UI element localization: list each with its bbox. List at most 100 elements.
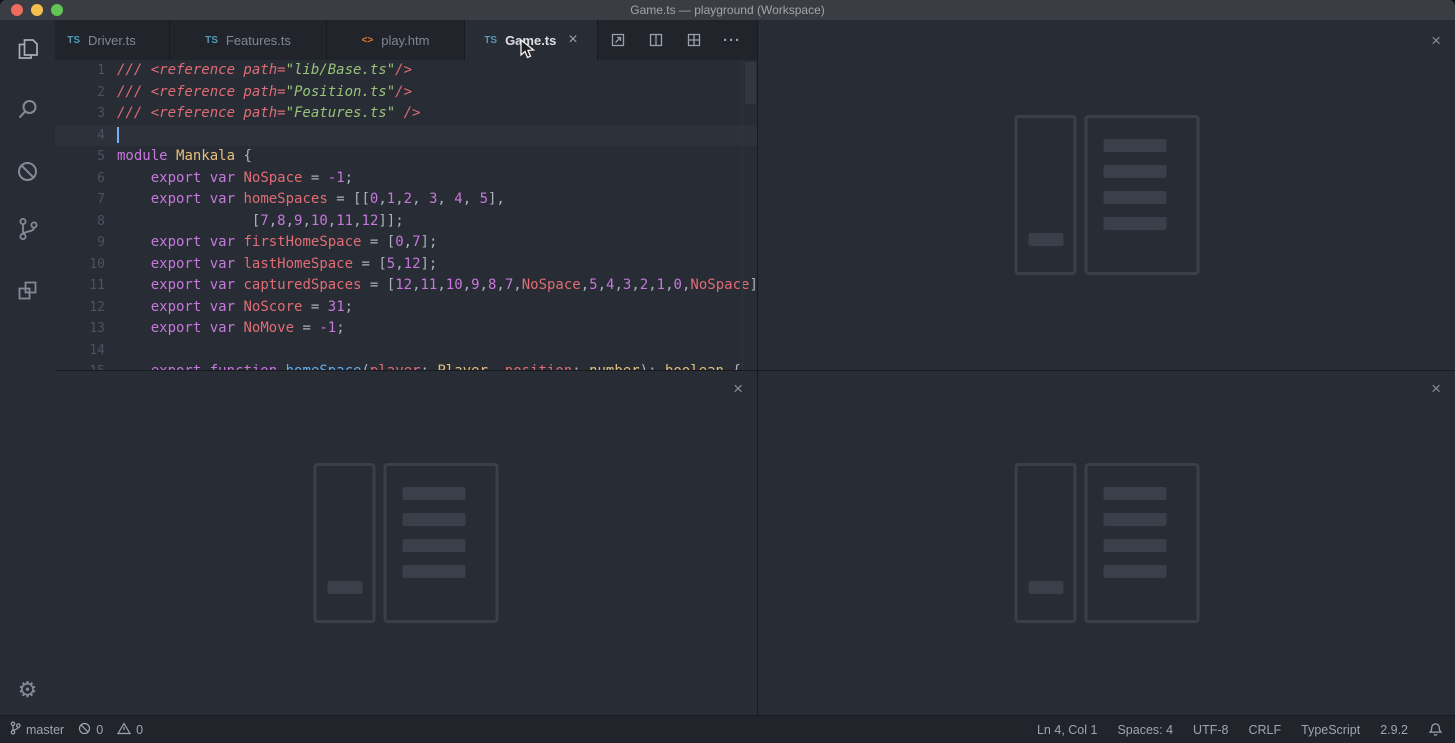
scrollbar-thumb[interactable] xyxy=(745,62,756,104)
status-indentation[interactable]: Spaces: 4 xyxy=(1117,723,1173,737)
status-encoding[interactable]: UTF-8 xyxy=(1193,723,1228,737)
line-number: 9 xyxy=(55,232,105,254)
html-file-icon: <> xyxy=(362,35,374,46)
editor-group-top-right: × xyxy=(758,20,1455,370)
code-line-9[interactable]: 9 export var firstHomeSpace = [0,7]; xyxy=(55,232,757,254)
tab-close-icon[interactable]: × xyxy=(568,31,577,49)
code-text: export var NoSpace = -1; xyxy=(105,168,353,190)
text-cursor xyxy=(117,127,119,143)
debug-icon[interactable] xyxy=(0,157,55,185)
code-line-15[interactable]: 15 export function homeSpace(player: Pla… xyxy=(55,361,757,370)
tab-play-htm[interactable]: <>play.htm xyxy=(327,20,465,60)
typescript-file-icon: TS xyxy=(67,35,80,46)
code-line-11[interactable]: 11 export var capturedSpaces = [12,11,10… xyxy=(55,275,757,297)
close-group-icon[interactable]: × xyxy=(733,380,743,397)
code-line-6[interactable]: 6 export var NoSpace = -1; xyxy=(55,168,757,190)
watermark-sidebar-box xyxy=(1014,115,1076,275)
code-line-5[interactable]: 5module Mankala { xyxy=(55,146,757,168)
watermark-editor-box xyxy=(1084,463,1199,623)
explorer-icon[interactable] xyxy=(0,35,55,63)
status-label: Ln 4, Col 1 xyxy=(1037,723,1097,737)
code-line-8[interactable]: 8 [7,8,9,10,11,12]]; xyxy=(55,211,757,233)
zoom-window-button[interactable] xyxy=(51,4,63,16)
editor-scrollbar[interactable] xyxy=(742,60,757,370)
code-line-14[interactable]: 14 xyxy=(55,340,757,362)
tab-label: Game.ts xyxy=(505,33,556,48)
extensions-icon[interactable] xyxy=(0,276,55,304)
status-label: TypeScript xyxy=(1301,723,1360,737)
status-language-mode[interactable]: TypeScript xyxy=(1301,723,1360,737)
code-text: export function homeSpace(player: Player… xyxy=(105,361,741,370)
line-number: 15 xyxy=(55,361,105,370)
minimize-window-button[interactable] xyxy=(31,4,43,16)
window-controls xyxy=(11,4,63,16)
window-title: Game.ts — playground (Workspace) xyxy=(630,3,825,17)
line-number: 7 xyxy=(55,189,105,211)
line-number: 4 xyxy=(55,125,105,147)
watermark-editor-box xyxy=(384,463,499,623)
code-text: /// <reference path="lib/Base.ts"/> xyxy=(105,60,412,82)
status-error-count[interactable]: 0 xyxy=(78,722,103,738)
horizontal-splitter[interactable] xyxy=(55,370,1455,371)
line-number: 13 xyxy=(55,318,105,340)
status-git-branch[interactable]: master xyxy=(10,721,64,738)
tab-label: Features.ts xyxy=(226,33,291,48)
code-line-10[interactable]: 10 export var lastHomeSpace = [5,12]; xyxy=(55,254,757,276)
code-line-2[interactable]: 2/// <reference path="Position.ts"/> xyxy=(55,82,757,104)
status-eol-sequence[interactable]: CRLF xyxy=(1248,723,1281,737)
notifications-bell-icon[interactable] xyxy=(1428,722,1443,737)
open-changes-icon[interactable] xyxy=(599,20,637,60)
watermark-editor-box xyxy=(1084,115,1199,275)
code-lines: 1/// <reference path="lib/Base.ts"/>2///… xyxy=(55,60,757,370)
error-icon xyxy=(78,722,91,738)
status-cursor-position[interactable]: Ln 4, Col 1 xyxy=(1037,723,1097,737)
tab-features-ts[interactable]: TSFeatures.ts xyxy=(170,20,327,60)
settings-gear-icon[interactable]: ⚙ xyxy=(0,676,55,704)
search-icon[interactable] xyxy=(0,95,55,123)
close-group-icon[interactable]: × xyxy=(1431,380,1441,397)
code-line-7[interactable]: 7 export var homeSpaces = [[0,1,2, 3, 4,… xyxy=(55,189,757,211)
typescript-file-icon: TS xyxy=(484,35,497,46)
code-text: export var NoMove = -1; xyxy=(105,318,345,340)
code-text: [7,8,9,10,11,12]]; xyxy=(105,211,404,233)
status-ts-version[interactable]: 2.9.2 xyxy=(1380,723,1408,737)
code-line-13[interactable]: 13 export var NoMove = -1; xyxy=(55,318,757,340)
tab-game-ts[interactable]: TS Game.ts × xyxy=(465,20,598,60)
warning-icon xyxy=(117,722,131,738)
code-line-4[interactable]: 4 xyxy=(55,125,757,147)
code-line-1[interactable]: 1/// <reference path="lib/Base.ts"/> xyxy=(55,60,757,82)
status-label: Spaces: 4 xyxy=(1117,723,1173,737)
code-line-12[interactable]: 12 export var NoScore = 31; xyxy=(55,297,757,319)
tab-driver-ts[interactable]: TS Driver.ts xyxy=(55,20,170,60)
code-text: module Mankala { xyxy=(105,146,252,168)
activity-bar: ⚙ xyxy=(0,20,55,715)
tab-list: TS Driver.ts TSFeatures.ts<>play.htm TS Game… xyxy=(55,20,598,60)
close-window-button[interactable] xyxy=(11,4,23,16)
editor-group-bottom-left: × xyxy=(55,371,757,715)
watermark-sidebar-box xyxy=(314,463,376,623)
watermark-sidebar-box xyxy=(1014,463,1076,623)
empty-editor-watermark xyxy=(1014,463,1199,623)
line-number: 8 xyxy=(55,211,105,233)
code-editor[interactable]: 1/// <reference path="lib/Base.ts"/>2///… xyxy=(55,60,757,370)
close-group-icon[interactable]: × xyxy=(1431,32,1441,49)
code-line-3[interactable]: 3/// <reference path="Features.ts" /> xyxy=(55,103,757,125)
editor-layout-icon[interactable] xyxy=(675,20,713,60)
empty-editor-watermark xyxy=(1014,115,1199,275)
tab-label: Driver.ts xyxy=(88,33,136,48)
editor-tab-bar: TS Driver.ts TSFeatures.ts<>play.htm TS Game… xyxy=(55,20,757,60)
code-text: export var homeSpaces = [[0,1,2, 3, 4, 5… xyxy=(105,189,505,211)
code-text: export var lastHomeSpace = [5,12]; xyxy=(105,254,437,276)
line-number: 1 xyxy=(55,60,105,82)
vscode-window: Game.ts — playground (Workspace) ⚙ TS Dri… xyxy=(0,0,1455,743)
line-number: 12 xyxy=(55,297,105,319)
source-control-icon[interactable] xyxy=(0,215,55,243)
vertical-splitter[interactable] xyxy=(757,20,758,715)
line-number: 5 xyxy=(55,146,105,168)
split-editor-icon[interactable] xyxy=(637,20,675,60)
status-warning-count[interactable]: 0 xyxy=(117,722,143,738)
code-text: export var capturedSpaces = [12,11,10,9,… xyxy=(105,275,757,297)
line-number: 10 xyxy=(55,254,105,276)
more-actions-icon[interactable]: ··· xyxy=(713,20,751,60)
editor-group-active: TS Driver.ts TSFeatures.ts<>play.htm TS Game… xyxy=(55,20,757,370)
